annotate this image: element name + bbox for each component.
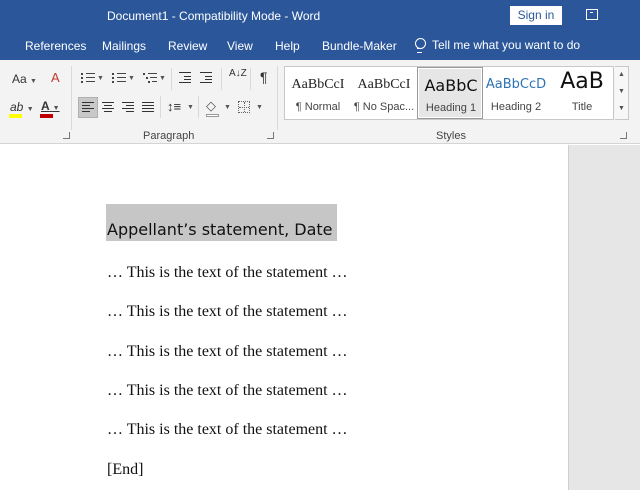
numbering-icon[interactable] — [112, 72, 126, 84]
group-separator — [198, 96, 199, 118]
document-paragraph[interactable]: … This is the text of the statement … — [107, 382, 348, 400]
gallery-up-icon[interactable]: ▲ — [618, 71, 625, 78]
align-center-icon[interactable] — [102, 102, 114, 113]
style-normal[interactable]: AaBbCcI ¶ Normal — [285, 67, 351, 119]
lightbulb-icon — [414, 38, 426, 53]
tell-me-search[interactable]: Tell me what you want to do — [414, 38, 581, 53]
borders-dropdown-icon[interactable]: ▼ — [256, 104, 263, 111]
justify-icon[interactable] — [142, 102, 154, 113]
style-label: Heading 1 — [425, 102, 477, 114]
styles-dialog-launcher[interactable] — [620, 132, 627, 139]
document-paragraph[interactable]: … This is the text of the statement … — [107, 343, 348, 361]
ribbon-display-options-icon[interactable] — [586, 9, 598, 20]
style-preview: AaB — [560, 69, 604, 94]
font-color-bar — [40, 114, 53, 118]
align-right-icon[interactable] — [122, 102, 134, 113]
bullets-dropdown-icon[interactable]: ▼ — [97, 75, 104, 82]
style-title[interactable]: AaB Title — [549, 67, 615, 119]
highlight-color-bar — [9, 114, 22, 118]
shading-icon[interactable]: ◇ — [206, 98, 216, 114]
style-label: ¶ No Spac... — [353, 101, 415, 113]
paragraph-dialog-launcher[interactable] — [267, 132, 274, 139]
selected-heading[interactable]: Appellant’s statement, Date — [106, 204, 337, 241]
style-preview: AaBbCcI — [357, 77, 411, 92]
change-case-label: Aa — [12, 72, 27, 86]
style-preview: AaBbCcI — [291, 77, 345, 92]
document-paragraph[interactable]: … This is the text of the statement … — [107, 421, 348, 439]
document-margin-pane — [568, 145, 640, 490]
style-heading-2[interactable]: AaBbCcD Heading 2 — [483, 67, 549, 119]
shading-dropdown-icon[interactable]: ▼ — [224, 104, 231, 111]
tab-help[interactable]: Help — [275, 39, 300, 53]
document-heading: Appellant’s statement, Date — [107, 220, 333, 239]
multilevel-dropdown-icon[interactable]: ▼ — [159, 75, 166, 82]
tab-references[interactable]: References — [25, 39, 86, 53]
line-spacing-dropdown-icon[interactable]: ▼ — [187, 104, 194, 111]
styles-gallery-scroll: ▲ ▼ ▼ — [615, 66, 629, 120]
window-title: Document1 - Compatibility Mode - Word — [107, 9, 321, 23]
show-hide-marks-icon[interactable]: ¶ — [260, 69, 268, 85]
font-color-button[interactable]: A ▼ — [41, 99, 60, 113]
paragraph-group-label: Paragraph — [143, 130, 195, 142]
title-bar: Document1 - Compatibility Mode - Word Si… — [0, 0, 640, 32]
styles-group-label: Styles — [436, 130, 466, 142]
group-separator — [221, 68, 222, 90]
document-paragraph[interactable]: … This is the text of the statement … — [107, 303, 348, 321]
gallery-more-icon[interactable]: ▼ — [618, 105, 625, 112]
group-separator — [160, 96, 161, 118]
highlight-button[interactable]: ab ▼ — [10, 100, 34, 114]
multilevel-list-icon[interactable] — [143, 72, 157, 84]
highlighter-icon: ab — [10, 100, 24, 114]
align-left-button[interactable] — [78, 97, 98, 118]
borders-icon[interactable] — [238, 101, 250, 113]
gallery-down-icon[interactable]: ▼ — [618, 88, 625, 95]
style-label: ¶ Normal — [295, 101, 341, 113]
group-separator — [277, 66, 278, 130]
style-preview: AaBbCcD — [485, 77, 547, 92]
style-preview: AaBbC — [424, 76, 478, 95]
group-separator — [71, 66, 72, 130]
align-left-icon — [82, 102, 94, 113]
line-spacing-icon[interactable]: ↕≡ — [167, 99, 181, 114]
ribbon-tabs: References Mailings Review View Help Bun… — [0, 32, 640, 60]
font-dialog-launcher[interactable] — [63, 132, 70, 139]
tab-review[interactable]: Review — [168, 39, 207, 53]
bullets-icon[interactable] — [81, 72, 95, 84]
document-end-marker[interactable]: [End] — [107, 461, 143, 479]
style-label: Heading 2 — [490, 101, 542, 113]
numbering-dropdown-icon[interactable]: ▼ — [128, 75, 135, 82]
document-paragraph[interactable]: … This is the text of the statement … — [107, 264, 348, 282]
decrease-indent-icon[interactable] — [179, 72, 191, 83]
sort-icon[interactable]: A↓Z — [229, 69, 247, 79]
style-label: Title — [571, 101, 593, 113]
tab-view[interactable]: View — [227, 39, 253, 53]
clear-formatting-icon[interactable]: A — [51, 70, 60, 85]
increase-indent-icon[interactable] — [200, 72, 212, 83]
tab-mailings[interactable]: Mailings — [102, 39, 146, 53]
tab-bundle-maker[interactable]: Bundle-Maker — [322, 39, 397, 53]
group-separator — [250, 68, 251, 90]
font-color-icon: A — [41, 99, 50, 113]
style-no-spacing[interactable]: AaBbCcI ¶ No Spac... — [351, 67, 417, 119]
styles-gallery: AaBbCcI ¶ Normal AaBbCcI ¶ No Spac... Aa… — [284, 66, 614, 120]
group-separator — [171, 68, 172, 90]
sign-in-button[interactable]: Sign in — [510, 6, 562, 25]
tell-me-label: Tell me what you want to do — [432, 38, 581, 52]
shading-color-bar — [206, 114, 219, 117]
sort-glyph: A↓Z — [229, 68, 247, 79]
change-case-button[interactable]: Aa ▼ — [12, 72, 37, 86]
style-heading-1[interactable]: AaBbC Heading 1 — [417, 67, 483, 119]
